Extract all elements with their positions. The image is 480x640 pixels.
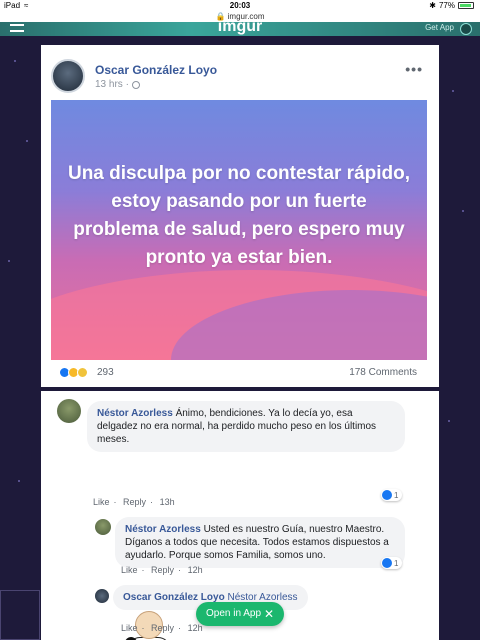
comment-time: 13h [159,497,175,507]
open-in-app-button[interactable]: Open in App ✕ [196,602,284,626]
comment-author: Néstor Azorless [125,524,201,535]
imgur-header: imgur Get App [0,22,480,36]
avatar [51,59,85,93]
reactions-row: 293 178 Comments [51,365,429,383]
like-link[interactable]: Like [93,497,110,507]
comment-author: Néstor Azorless [97,408,173,419]
reply-link[interactable]: Reply [151,565,174,575]
avatar [95,519,111,535]
post-header: Oscar González Loyo 13 hrs · ••• [51,57,429,97]
post-image: Una disculpa por no contestar rápido, es… [51,100,427,360]
get-app-link[interactable]: Get App [425,23,454,32]
clock: 20:03 [229,1,251,10]
more-icon: ••• [405,61,423,77]
app-icon[interactable] [460,23,472,35]
comment-actions: Like · Reply · 12h [121,623,203,633]
comment-reaction-count: 1 [394,558,399,568]
comment-actions: Like · Reply · 13h [93,497,175,507]
globe-icon [131,80,140,89]
post-image-text: Una disculpa por no contestar rápido, es… [67,163,411,268]
post-author: Oscar González Loyo [95,63,218,77]
like-icon [382,558,392,568]
avatar [57,399,81,423]
star [462,210,464,212]
sad-icon [77,367,88,378]
open-in-app-label: Open in App [206,608,262,619]
reply-link[interactable]: Reply [151,623,174,633]
star [452,90,454,92]
comment-reaction-count: 1 [394,490,399,500]
star [14,60,16,62]
reaction-count: 293 [97,367,114,378]
like-link[interactable]: Like [121,565,138,575]
comments-count: 178 Comments [349,367,417,378]
star [26,140,28,142]
comment-actions: Like · Reply · 12h [121,565,203,575]
comment-bubble: Néstor Azorless Usted es nuestro Guía, n… [115,517,405,568]
avatar [95,589,109,603]
side-panel-edge [0,590,40,640]
comment-reaction-badge: 1 [381,557,403,569]
status-bar: iPad ≈ 20:03 ✱ 77% [0,0,480,12]
imgur-logo[interactable]: imgur [0,22,480,36]
like-link[interactable]: Like [121,623,138,633]
comment-time: 12h [187,623,203,633]
like-icon [382,490,392,500]
battery-icon [458,2,474,9]
post-screenshot: Oscar González Loyo 13 hrs · ••• Una dis… [41,45,439,640]
comment-reaction-badge: 1 [381,489,403,501]
star [448,420,450,422]
url-text: imgur.com [227,12,265,21]
post-time: 13 hrs · [95,79,129,90]
bluetooth-icon: ✱ [429,1,436,10]
star [8,260,10,262]
reaction-icons [59,367,88,378]
star [18,480,20,482]
post-meta: 13 hrs · [95,79,140,90]
reply-link[interactable]: Reply [123,497,146,507]
url-bar[interactable]: 🔒 imgur.com [0,12,480,22]
battery-percent: 77% [438,1,455,10]
lock-icon: 🔒 [215,12,226,21]
comment-time: 12h [187,565,203,575]
close-icon[interactable]: ✕ [264,602,274,626]
comment-bubble: Néstor Azorless Ánimo, bendiciones. Ya l… [87,401,405,452]
